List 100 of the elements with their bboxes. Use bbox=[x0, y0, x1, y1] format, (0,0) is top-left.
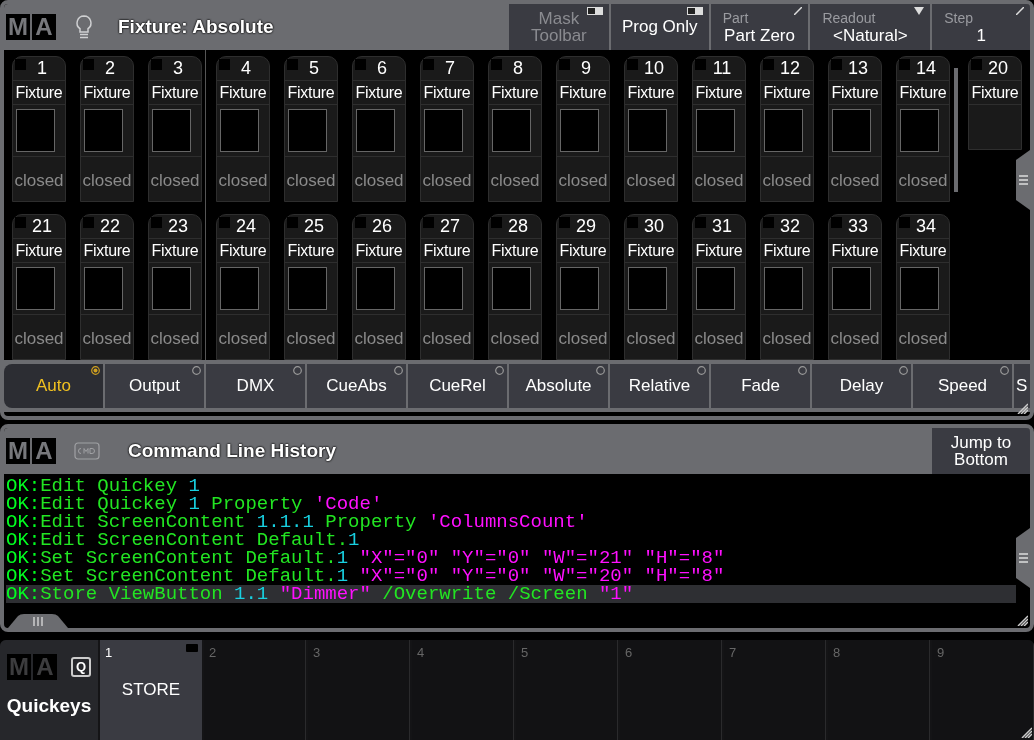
tab[interactable]: Absolute bbox=[509, 364, 608, 408]
command-history-line[interactable]: OK:Set ScreenContent Default.1 "X"="0" "Y"="0" "W"="20" "H"="8" bbox=[6, 567, 725, 585]
fixture-card[interactable]: 8 Fixture closed bbox=[488, 56, 542, 202]
select-indicator-icon bbox=[695, 217, 706, 228]
color-swatch bbox=[424, 109, 463, 152]
color-swatch bbox=[832, 109, 871, 152]
command-history-line[interactable]: OK:Edit Quickey 1 Property 'Code' bbox=[6, 495, 383, 513]
command-history-line[interactable]: OK:Edit ScreenContent Default.1 bbox=[6, 531, 360, 549]
fixture-name: Fixture bbox=[831, 240, 879, 261]
fixture-number: 25 bbox=[303, 215, 324, 238]
fixture-card[interactable]: 24 Fixture closed bbox=[216, 214, 270, 360]
fixture-card[interactable]: 21 Fixture closed bbox=[12, 214, 66, 360]
fixture-number: 21 bbox=[31, 215, 52, 238]
fixture-card[interactable]: 13 Fixture closed bbox=[828, 56, 882, 202]
fixture-card[interactable]: 23 Fixture closed bbox=[148, 214, 202, 360]
fixture-state: closed bbox=[218, 328, 268, 351]
color-swatch bbox=[152, 267, 191, 310]
fixture-name: Fixture bbox=[971, 82, 1019, 103]
tab[interactable]: CueRel bbox=[408, 364, 507, 408]
fixture-name: Fixture bbox=[491, 82, 539, 103]
fixture-name: Fixture bbox=[83, 82, 131, 103]
fixture-name: Fixture bbox=[899, 82, 947, 103]
select-indicator-icon bbox=[15, 217, 26, 228]
fixture-number: 1 bbox=[36, 57, 47, 80]
fixture-card[interactable]: 28 Fixture closed bbox=[488, 214, 542, 360]
toolbar-button[interactable]: Part Part Zero bbox=[710, 4, 809, 50]
indicator-icon bbox=[394, 366, 403, 375]
tab[interactable]: DMX bbox=[206, 364, 305, 408]
fixture-card[interactable]: 30 Fixture closed bbox=[624, 214, 678, 360]
tab[interactable]: CueAbs bbox=[307, 364, 406, 408]
toolbar-button[interactable]: Step 1 bbox=[932, 4, 1030, 50]
fixture-name: Fixture bbox=[219, 240, 267, 261]
fixture-card[interactable]: 29 Fixture closed bbox=[556, 214, 610, 360]
select-indicator-icon bbox=[151, 59, 162, 70]
fixture-state: closed bbox=[218, 170, 268, 193]
select-indicator-icon bbox=[219, 217, 230, 228]
color-swatch bbox=[220, 109, 259, 152]
fixture-number: 11 bbox=[711, 57, 732, 80]
fixture-name: Fixture bbox=[287, 82, 335, 103]
fixture-card[interactable]: 12 Fixture closed bbox=[760, 56, 814, 202]
resize-handle-icon bbox=[1014, 150, 1030, 210]
fixture-state: closed bbox=[490, 328, 540, 351]
select-indicator-icon bbox=[831, 59, 842, 70]
fixture-card[interactable]: 2 Fixture closed bbox=[80, 56, 134, 202]
color-swatch bbox=[356, 109, 395, 152]
quickey-button[interactable]: 1 STORE bbox=[100, 640, 202, 740]
color-swatch bbox=[628, 267, 667, 310]
toolbar-button[interactable]: Readout <Natural> bbox=[810, 4, 931, 50]
select-indicator-icon bbox=[491, 59, 502, 70]
fixture-card[interactable]: 5 Fixture closed bbox=[284, 56, 338, 202]
indicator-icon bbox=[495, 366, 504, 375]
tab[interactable]: Speed bbox=[913, 364, 1012, 408]
fixture-number: 20 bbox=[987, 57, 1008, 80]
tab[interactable]: Output bbox=[105, 364, 204, 408]
toolbar-button[interactable]: Prog Only bbox=[610, 4, 709, 50]
fixture-number: 28 bbox=[507, 215, 528, 238]
fixture-card[interactable]: 25 Fixture closed bbox=[284, 214, 338, 360]
fixture-number: 2 bbox=[104, 57, 115, 80]
tab[interactable]: Relative bbox=[610, 364, 709, 408]
fixture-card[interactable]: 14 Fixture closed bbox=[896, 56, 950, 202]
color-swatch bbox=[764, 267, 803, 310]
tab[interactable]: Fade bbox=[711, 364, 810, 408]
tab[interactable]: S bbox=[1014, 364, 1030, 408]
command-history-line[interactable]: OK:Set ScreenContent Default.1 "X"="0" "Y"="0" "W"="21" "H"="8" bbox=[6, 549, 725, 567]
resize-grip-icon bbox=[1020, 726, 1032, 738]
fixture-number: 13 bbox=[847, 57, 868, 80]
tab[interactable]: Delay bbox=[812, 364, 911, 408]
fixture-state: closed bbox=[762, 328, 812, 351]
fixture-card[interactable]: 3 Fixture closed bbox=[148, 56, 202, 202]
fixture-card[interactable]: 22 Fixture closed bbox=[80, 214, 134, 360]
fixture-card[interactable]: 20 Fixture bbox=[968, 56, 1022, 150]
fixture-card[interactable]: 11 Fixture closed bbox=[692, 56, 746, 202]
fixture-card[interactable]: 32 Fixture closed bbox=[760, 214, 814, 360]
fixture-state: closed bbox=[286, 328, 336, 351]
fixture-card[interactable]: 31 Fixture closed bbox=[692, 214, 746, 360]
toggle-icon bbox=[586, 7, 603, 15]
indicator-icon bbox=[293, 366, 302, 375]
fixture-card[interactable]: 4 Fixture closed bbox=[216, 56, 270, 202]
color-swatch bbox=[832, 267, 871, 310]
fixture-card[interactable]: 9 Fixture closed bbox=[556, 56, 610, 202]
fixture-state: closed bbox=[354, 328, 404, 351]
command-history-line[interactable]: OK:Edit Quickey 1 bbox=[6, 477, 200, 495]
fixture-card[interactable]: 34 Fixture closed bbox=[896, 214, 950, 360]
color-swatch bbox=[696, 267, 735, 310]
select-indicator-icon bbox=[355, 59, 366, 70]
fixture-card[interactable]: 1 Fixture closed bbox=[12, 56, 66, 202]
jump-to-bottom-button[interactable]: Jump to Bottom bbox=[932, 428, 1030, 474]
fixture-name: Fixture bbox=[15, 240, 63, 261]
panel-title: Quickeys bbox=[6, 694, 92, 718]
fixture-card[interactable]: 26 Fixture closed bbox=[352, 214, 406, 360]
fixture-card[interactable]: 6 Fixture closed bbox=[352, 56, 406, 202]
fixture-card[interactable]: 27 Fixture closed bbox=[420, 214, 474, 360]
tab[interactable]: Auto bbox=[4, 364, 103, 408]
fixture-card[interactable]: 10 Fixture closed bbox=[624, 56, 678, 202]
fixture-number: 34 bbox=[915, 215, 936, 238]
fixture-state: closed bbox=[830, 170, 880, 193]
command-history-line[interactable]: OK:Edit ScreenContent 1.1.1 Property 'ColumnsCount' bbox=[6, 513, 588, 531]
select-indicator-icon bbox=[763, 217, 774, 228]
fixture-card[interactable]: 33 Fixture closed bbox=[828, 214, 882, 360]
fixture-card[interactable]: 7 Fixture closed bbox=[420, 56, 474, 202]
